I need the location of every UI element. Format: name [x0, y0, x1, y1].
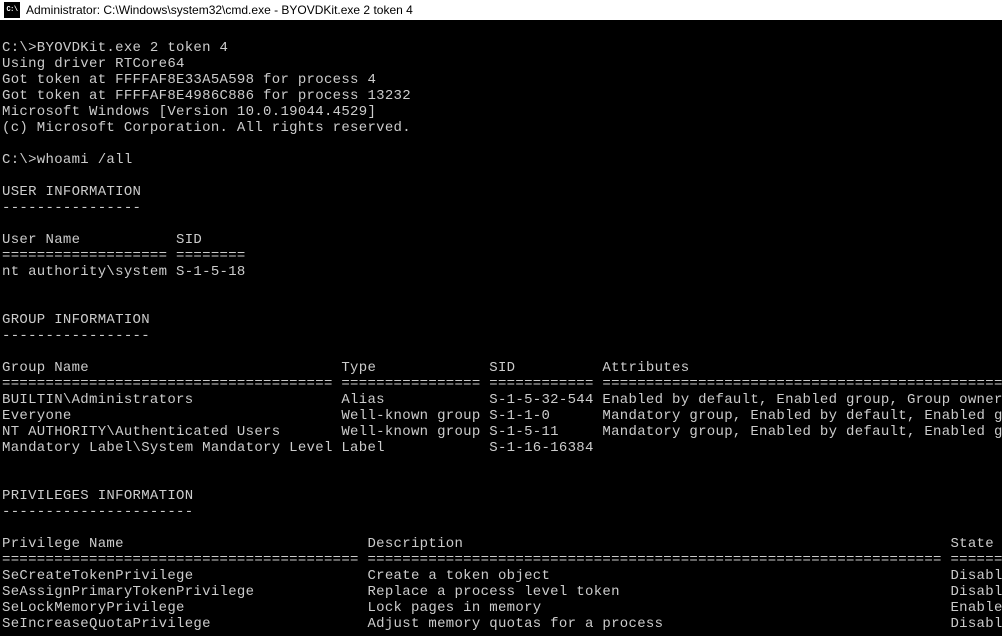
cmd-icon	[4, 2, 20, 18]
window-title: Administrator: C:\Windows\system32\cmd.e…	[26, 3, 413, 17]
titlebar[interactable]: Administrator: C:\Windows\system32\cmd.e…	[0, 0, 1002, 20]
terminal-output[interactable]: C:\>BYOVDKit.exe 2 token 4 Using driver …	[0, 20, 1002, 636]
